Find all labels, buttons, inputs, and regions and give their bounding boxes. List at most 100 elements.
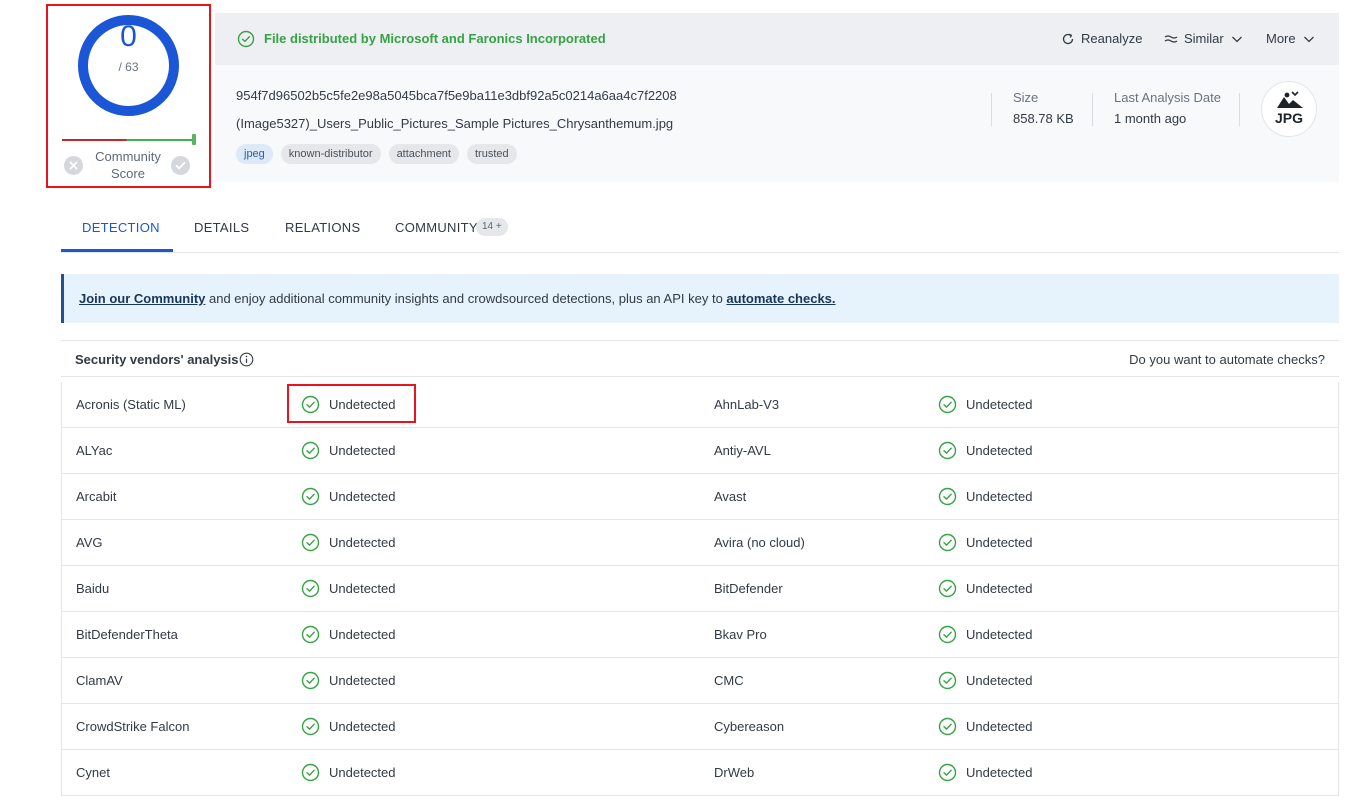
check-circle-icon — [301, 625, 320, 644]
tag-jpeg[interactable]: jpeg — [236, 144, 273, 164]
detection-result: Undetected — [301, 763, 396, 782]
more-dropdown[interactable]: More — [1266, 31, 1316, 46]
table-row: Acronis (Static ML) Undetected AhnLab-V3 Un… — [62, 382, 1338, 428]
result-label: Undetected — [966, 673, 1033, 688]
last-analysis-label: Last Analysis Date — [1114, 90, 1221, 105]
detection-result: Undetected — [301, 487, 396, 506]
banner-text: Join our Community and enjoy additional … — [79, 291, 836, 306]
vendor-name: DrWeb — [714, 765, 755, 780]
vendor-name: Antiy-AVL — [714, 443, 771, 458]
tag-known-distributor[interactable]: known-distributor — [280, 144, 381, 164]
more-label: More — [1266, 31, 1296, 46]
table-row: ClamAV Undetected CMC Undetected — [62, 658, 1338, 704]
similar-label: Similar — [1184, 31, 1224, 46]
automate-checks-link[interactable]: automate checks. — [726, 291, 835, 306]
similar-dropdown[interactable]: Similar — [1164, 31, 1244, 46]
file-type-badge: JPG — [1261, 81, 1317, 137]
result-label: Undetected — [329, 719, 396, 734]
engine-total: / 63 — [118, 60, 139, 74]
analysis-title: Security vendors' analysis — [75, 352, 239, 367]
check-circle-icon — [301, 579, 320, 598]
automate-checks-question[interactable]: Do you want to automate checks? — [1129, 352, 1325, 367]
result-label: Undetected — [329, 581, 396, 596]
vote-harmless-icon[interactable] — [171, 156, 190, 175]
join-community-link[interactable]: Join our Community — [79, 291, 205, 306]
report-tabs: DETECTION DETAILS RELATIONS COMMUNITY 14… — [61, 204, 1339, 253]
vendor-name: ALYac — [76, 443, 113, 458]
vendor-name: Avast — [714, 489, 747, 504]
file-name: (Image5327)_Users_Public_Pictures_Sample… — [236, 116, 674, 131]
result-label: Undetected — [966, 489, 1033, 504]
tab-relations[interactable]: RELATIONS — [285, 220, 360, 235]
file-hash[interactable]: 954f7d96502b5c5fe2e98a5045bca7f5e9ba11e3… — [236, 88, 677, 103]
vendor-name: Bkav Pro — [714, 627, 767, 642]
vendor-name: Baidu — [76, 581, 110, 596]
highlight-box — [287, 384, 416, 423]
detection-result: Undetected — [301, 441, 396, 460]
divider — [991, 93, 992, 126]
detection-result: Undetected — [301, 533, 396, 552]
check-circle-icon — [301, 763, 320, 782]
file-header-panel: File distributed by Microsoft and Faroni… — [215, 13, 1339, 182]
community-count-badge: 14 + — [476, 218, 508, 236]
check-circle-icon — [938, 441, 957, 460]
check-circle-icon — [301, 671, 320, 690]
check-circle-icon — [938, 395, 957, 414]
detection-result: Undetected — [301, 671, 396, 690]
tab-community[interactable]: COMMUNITY — [395, 220, 478, 235]
check-circle-icon — [301, 717, 320, 736]
detection-result: Undetected — [938, 487, 1033, 506]
table-row: ALYac Undetected Antiy-AVL Undetected — [62, 428, 1338, 474]
reanalyze-label: Reanalyze — [1081, 31, 1143, 46]
result-label: Undetected — [966, 581, 1033, 596]
vendor-name: AhnLab-V3 — [714, 397, 780, 412]
vendor-name: Avira (no cloud) — [714, 535, 805, 550]
reanalyze-button[interactable]: Reanalyze — [1061, 31, 1142, 46]
result-label: Undetected — [966, 443, 1033, 458]
community-score-card: 0 / 63 Community Score — [46, 4, 211, 188]
vendor-name: BitDefenderTheta — [76, 627, 178, 642]
result-label: Undetected — [329, 673, 396, 688]
vendor-name: CMC — [714, 673, 744, 688]
detection-result: Undetected — [938, 717, 1033, 736]
tag-attachment[interactable]: attachment — [388, 144, 459, 164]
divider — [1239, 93, 1240, 126]
tab-detection[interactable]: DETECTION — [82, 220, 160, 235]
result-label: Undetected — [966, 535, 1033, 550]
tag-trusted[interactable]: trusted — [466, 144, 517, 164]
detection-result: Undetected — [938, 579, 1033, 598]
check-circle-icon — [938, 625, 957, 644]
result-label: Undetected — [329, 765, 396, 780]
vendor-name: Acronis (Static ML) — [76, 397, 186, 412]
check-circle-icon — [938, 671, 957, 690]
community-score-bar — [62, 139, 196, 141]
vendor-name: Cynet — [76, 765, 110, 780]
active-tab-indicator — [61, 249, 173, 252]
detection-result: Undetected — [938, 441, 1033, 460]
vendor-name: Arcabit — [76, 489, 117, 504]
check-circle-icon — [237, 30, 255, 48]
community-score-marker — [192, 134, 196, 145]
check-circle-icon — [301, 487, 320, 506]
divider — [1092, 93, 1093, 126]
distribution-notice: File distributed by Microsoft and Faroni… — [264, 31, 606, 46]
detection-result: Undetected — [938, 625, 1033, 644]
detection-count: 0 — [120, 20, 137, 53]
detection-result: Undetected — [301, 717, 396, 736]
check-circle-icon — [938, 533, 957, 552]
file-tags: jpeg known-distributor attachment truste… — [236, 144, 517, 164]
tab-details[interactable]: DETAILS — [194, 220, 249, 235]
info-icon[interactable] — [239, 352, 254, 367]
result-label: Undetected — [329, 535, 396, 550]
detection-result: Undetected — [301, 625, 396, 644]
file-type-label: JPG — [1274, 110, 1303, 126]
result-label: Undetected — [966, 397, 1033, 412]
vendor-name: BitDefender — [714, 581, 783, 596]
vendor-results-table: Acronis (Static ML) Undetected AhnLab-V3 Un… — [61, 382, 1339, 796]
chevron-down-icon — [1231, 36, 1242, 42]
chevron-down-icon — [1303, 36, 1314, 42]
detection-result: Undetected — [938, 533, 1033, 552]
community-banner: Join our Community and enjoy additional … — [61, 274, 1339, 323]
vote-malicious-icon[interactable] — [64, 156, 83, 175]
table-row: Baidu Undetected BitDefender Undetected — [62, 566, 1338, 612]
